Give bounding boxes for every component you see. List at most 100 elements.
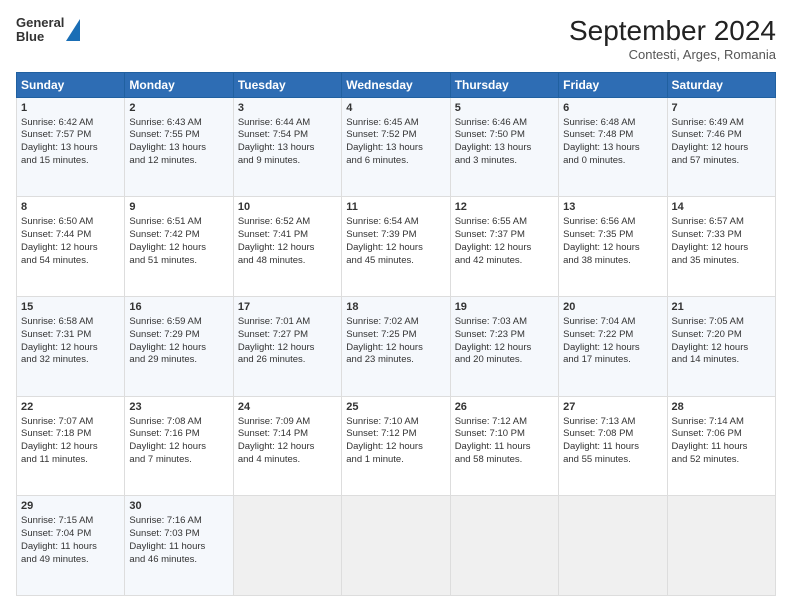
day-info: Daylight: 11 hours xyxy=(21,541,120,554)
calendar-cell: 10Sunrise: 6:52 AMSunset: 7:41 PMDayligh… xyxy=(233,197,341,297)
day-info: Daylight: 12 hours xyxy=(129,441,228,454)
day-info: Sunrise: 6:49 AM xyxy=(672,117,771,130)
calendar-cell: 11Sunrise: 6:54 AMSunset: 7:39 PMDayligh… xyxy=(342,197,450,297)
calendar-cell: 15Sunrise: 6:58 AMSunset: 7:31 PMDayligh… xyxy=(17,297,125,397)
calendar-cell: 14Sunrise: 6:57 AMSunset: 7:33 PMDayligh… xyxy=(667,197,775,297)
day-info: Daylight: 12 hours xyxy=(21,441,120,454)
day-number: 22 xyxy=(21,400,120,415)
day-info: Sunset: 7:10 PM xyxy=(455,428,554,441)
day-number: 13 xyxy=(563,200,662,215)
day-info: and 23 minutes. xyxy=(346,354,445,367)
day-number: 19 xyxy=(455,300,554,315)
day-info: Sunrise: 7:14 AM xyxy=(672,416,771,429)
day-info: Sunrise: 6:59 AM xyxy=(129,316,228,329)
day-info: Sunset: 7:22 PM xyxy=(563,329,662,342)
calendar-cell: 9Sunrise: 6:51 AMSunset: 7:42 PMDaylight… xyxy=(125,197,233,297)
day-number: 6 xyxy=(563,101,662,116)
day-info: Daylight: 13 hours xyxy=(129,142,228,155)
calendar-title: September 2024 xyxy=(569,16,776,47)
day-info: Sunset: 7:08 PM xyxy=(563,428,662,441)
day-info: and 17 minutes. xyxy=(563,354,662,367)
day-info: and 3 minutes. xyxy=(455,155,554,168)
calendar-cell: 20Sunrise: 7:04 AMSunset: 7:22 PMDayligh… xyxy=(559,297,667,397)
day-info: Sunset: 7:20 PM xyxy=(672,329,771,342)
day-info: Sunset: 7:31 PM xyxy=(21,329,120,342)
day-info: Sunset: 7:42 PM xyxy=(129,229,228,242)
day-info: and 55 minutes. xyxy=(563,454,662,467)
day-info: Daylight: 12 hours xyxy=(672,342,771,355)
calendar-cell: 24Sunrise: 7:09 AMSunset: 7:14 PMDayligh… xyxy=(233,396,341,496)
day-info: Sunrise: 6:54 AM xyxy=(346,216,445,229)
day-info: Sunset: 7:12 PM xyxy=(346,428,445,441)
calendar-cell: 2Sunrise: 6:43 AMSunset: 7:55 PMDaylight… xyxy=(125,97,233,197)
col-tuesday: Tuesday xyxy=(233,72,341,97)
day-info: Sunset: 7:37 PM xyxy=(455,229,554,242)
day-number: 27 xyxy=(563,400,662,415)
day-info: Sunset: 7:25 PM xyxy=(346,329,445,342)
day-info: Daylight: 13 hours xyxy=(21,142,120,155)
col-friday: Friday xyxy=(559,72,667,97)
logo-icon xyxy=(66,19,80,41)
day-info: Sunrise: 6:45 AM xyxy=(346,117,445,130)
day-info: and 32 minutes. xyxy=(21,354,120,367)
calendar-cell xyxy=(342,496,450,596)
day-number: 16 xyxy=(129,300,228,315)
day-number: 5 xyxy=(455,101,554,116)
day-info: Sunset: 7:16 PM xyxy=(129,428,228,441)
day-info: Sunrise: 7:02 AM xyxy=(346,316,445,329)
day-info: and 54 minutes. xyxy=(21,255,120,268)
day-info: Sunset: 7:14 PM xyxy=(238,428,337,441)
day-info: Sunset: 7:54 PM xyxy=(238,129,337,142)
calendar-week-1: 8Sunrise: 6:50 AMSunset: 7:44 PMDaylight… xyxy=(17,197,776,297)
day-info: Sunrise: 7:16 AM xyxy=(129,515,228,528)
day-number: 8 xyxy=(21,200,120,215)
day-info: and 52 minutes. xyxy=(672,454,771,467)
day-info: Sunset: 7:48 PM xyxy=(563,129,662,142)
day-info: and 46 minutes. xyxy=(129,554,228,567)
calendar-week-4: 29Sunrise: 7:15 AMSunset: 7:04 PMDayligh… xyxy=(17,496,776,596)
day-number: 4 xyxy=(346,101,445,116)
day-info: and 6 minutes. xyxy=(346,155,445,168)
day-info: Sunrise: 6:51 AM xyxy=(129,216,228,229)
day-info: and 45 minutes. xyxy=(346,255,445,268)
day-info: Daylight: 12 hours xyxy=(346,242,445,255)
col-monday: Monday xyxy=(125,72,233,97)
calendar-cell: 29Sunrise: 7:15 AMSunset: 7:04 PMDayligh… xyxy=(17,496,125,596)
header: General Blue September 2024 Contesti, Ar… xyxy=(16,16,776,62)
calendar-cell: 21Sunrise: 7:05 AMSunset: 7:20 PMDayligh… xyxy=(667,297,775,397)
day-info: Sunset: 7:03 PM xyxy=(129,528,228,541)
day-number: 29 xyxy=(21,499,120,514)
day-info: Sunset: 7:23 PM xyxy=(455,329,554,342)
calendar-cell: 8Sunrise: 6:50 AMSunset: 7:44 PMDaylight… xyxy=(17,197,125,297)
calendar-cell: 4Sunrise: 6:45 AMSunset: 7:52 PMDaylight… xyxy=(342,97,450,197)
day-info: Daylight: 12 hours xyxy=(129,242,228,255)
day-number: 26 xyxy=(455,400,554,415)
day-info: and 26 minutes. xyxy=(238,354,337,367)
day-info: and 7 minutes. xyxy=(129,454,228,467)
day-info: Sunrise: 6:52 AM xyxy=(238,216,337,229)
day-info: and 49 minutes. xyxy=(21,554,120,567)
calendar-cell: 30Sunrise: 7:16 AMSunset: 7:03 PMDayligh… xyxy=(125,496,233,596)
day-info: and 29 minutes. xyxy=(129,354,228,367)
day-info: Sunrise: 7:09 AM xyxy=(238,416,337,429)
calendar-cell: 26Sunrise: 7:12 AMSunset: 7:10 PMDayligh… xyxy=(450,396,558,496)
calendar-cell: 17Sunrise: 7:01 AMSunset: 7:27 PMDayligh… xyxy=(233,297,341,397)
day-number: 24 xyxy=(238,400,337,415)
day-info: Daylight: 12 hours xyxy=(238,242,337,255)
day-info: Daylight: 12 hours xyxy=(563,342,662,355)
day-info: Sunset: 7:41 PM xyxy=(238,229,337,242)
day-info: Sunrise: 7:03 AM xyxy=(455,316,554,329)
day-info: Sunset: 7:35 PM xyxy=(563,229,662,242)
day-number: 7 xyxy=(672,101,771,116)
day-number: 11 xyxy=(346,200,445,215)
day-info: and 58 minutes. xyxy=(455,454,554,467)
day-info: and 9 minutes. xyxy=(238,155,337,168)
day-number: 25 xyxy=(346,400,445,415)
day-info: Daylight: 12 hours xyxy=(21,342,120,355)
calendar-cell: 27Sunrise: 7:13 AMSunset: 7:08 PMDayligh… xyxy=(559,396,667,496)
calendar-cell xyxy=(233,496,341,596)
calendar-cell: 19Sunrise: 7:03 AMSunset: 7:23 PMDayligh… xyxy=(450,297,558,397)
day-info: Daylight: 13 hours xyxy=(346,142,445,155)
day-number: 17 xyxy=(238,300,337,315)
day-info: Daylight: 12 hours xyxy=(346,342,445,355)
